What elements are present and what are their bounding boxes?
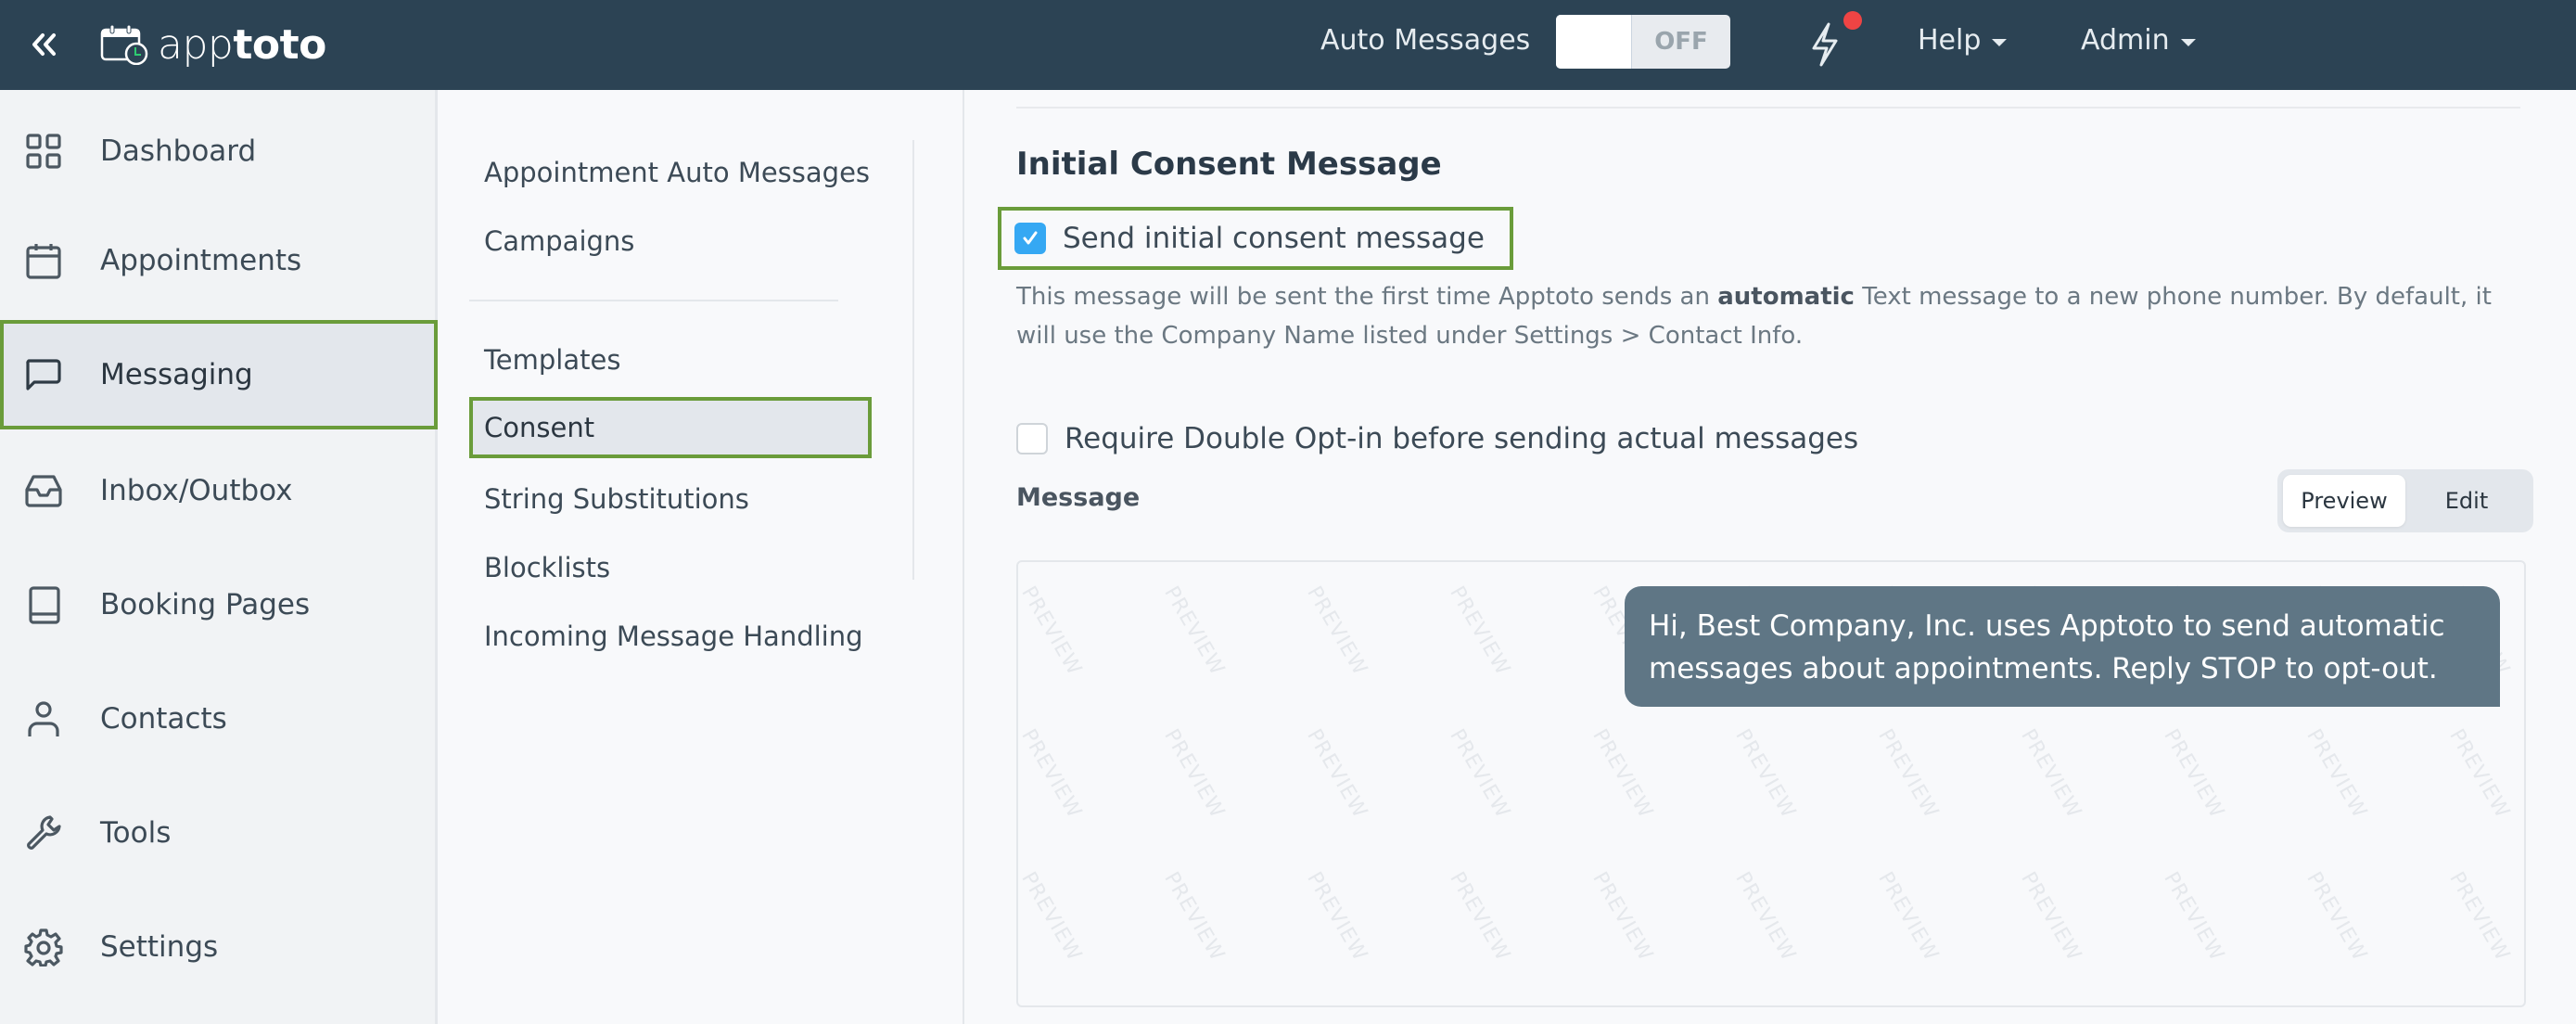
preview-watermark: PREVIEW [1016,582,1087,680]
auto-messages-label: Auto Messages [1320,24,1531,57]
edit-tab[interactable]: Edit [2405,475,2528,527]
preview-watermark: PREVIEW [2159,725,2229,823]
sidebar-item-label: Settings [100,930,219,964]
sidebar-item-settings[interactable]: Settings [0,893,438,1001]
preview-watermark: PREVIEW [1159,725,1230,823]
toggle-state: OFF [1654,28,1708,56]
sidebar-item-contacts[interactable]: Contacts [0,665,438,773]
consent-settings-panel: Initial Consent Message Send initial con… [966,90,2576,1024]
sidebar-item-dashboard[interactable]: Dashboard [0,97,438,205]
message-preview-box: PREVIEW PREVIEW PREVIEW PREVIEW PREVIEW PREVI… [1016,560,2526,1007]
admin-menu[interactable]: Admin [2081,24,2196,57]
preview-watermark: PREVIEW [1016,725,1087,823]
subnav-item-appointment-auto-messages[interactable]: Appointment Auto Messages [469,138,872,207]
preview-watermark: PREVIEW [1016,868,1087,966]
subnav-item-templates[interactable]: Templates [469,326,872,394]
double-optin-label: Require Double Opt-in before sending act… [1065,422,1859,455]
help-menu[interactable]: Help [1918,24,2008,57]
auto-messages-toggle[interactable]: OFF [1556,15,1730,69]
subnav-divider [469,300,838,301]
sidebar-item-label: Appointments [100,244,302,277]
preview-watermark: PREVIEW [1588,868,1658,966]
apptoto-logo[interactable]: apptoto [100,19,326,70]
preview-watermark: PREVIEW [2159,868,2229,966]
preview-watermark: PREVIEW [1159,868,1230,966]
sidebar: Dashboard Appointments Messaging Inbox/O… [0,90,438,1024]
sidebar-item-label: Contacts [100,702,227,736]
admin-label: Admin [2081,24,2170,57]
calendar-icon [26,244,61,279]
wrench-icon [27,815,61,850]
book-icon [29,586,60,624]
preview-watermark: PREVIEW [1302,868,1372,966]
message-label: Message [1016,483,1141,512]
subnav-item-incoming-message-handling[interactable]: Incoming Message Handling [469,602,872,671]
send-initial-consent-checkbox[interactable] [1014,223,1046,254]
sidebar-item-label: Messaging [100,358,253,391]
subnav-vertical-divider [912,140,914,580]
preview-watermark: PREVIEW [1730,868,1801,966]
preview-watermark: PREVIEW [1302,725,1372,823]
preview-watermark: PREVIEW [1302,582,1372,680]
section-title: Initial Consent Message [1016,146,1442,183]
caret-down-icon [2180,38,2196,46]
preview-watermark: PREVIEW [1445,582,1515,680]
sidebar-item-inbox-outbox[interactable]: Inbox/Outbox [0,437,438,544]
inbox-tray-icon [25,475,62,507]
preview-watermark: PREVIEW [1588,725,1658,823]
send-initial-consent-label: Send initial consent message [1063,222,1485,255]
preview-watermark: PREVIEW [1873,725,1944,823]
preview-watermark: PREVIEW [2302,725,2372,823]
preview-watermark: PREVIEW [1730,725,1801,823]
toggle-knob [1556,15,1632,69]
double-optin-checkbox[interactable] [1016,423,1048,454]
calendar-clock-logo-icon [100,24,148,65]
subnav-item-consent[interactable]: Consent [469,397,872,458]
subnav-item-campaigns[interactable]: Campaigns [469,207,872,275]
top-navbar: apptoto Auto Messages OFF Help Admin [0,0,2576,90]
section-divider [1016,107,2520,109]
checkmark-icon [1023,231,1038,245]
preview-watermark: PREVIEW [2444,725,2515,823]
send-initial-consent-checkbox-row[interactable]: Send initial consent message [998,207,1513,270]
collapse-sidebar-button[interactable] [22,22,67,67]
brand-name: apptoto [158,20,326,69]
preview-watermark: PREVIEW [1445,725,1515,823]
message-bubble-icon [26,359,61,390]
help-text-part: This message will be sent the first time… [1016,283,1718,311]
user-icon [28,701,59,736]
sidebar-item-label: Dashboard [100,134,257,168]
help-label: Help [1918,24,1982,57]
preview-watermark: PREVIEW [1445,868,1515,966]
sidebar-item-appointments[interactable]: Appointments [0,207,438,314]
sidebar-item-messaging[interactable]: Messaging [0,320,438,429]
preview-watermark: PREVIEW [2444,868,2515,966]
preview-edit-toggle: Preview Edit [2277,469,2533,532]
preview-watermark: PREVIEW [1873,868,1944,966]
consent-help-text: This message will be sent the first time… [1016,277,2537,355]
sidebar-item-label: Inbox/Outbox [100,474,293,507]
sidebar-item-booking-pages[interactable]: Booking Pages [0,551,438,659]
preview-watermark: PREVIEW [1159,582,1230,680]
preview-watermark: PREVIEW [2016,725,2086,823]
gear-icon [24,928,63,966]
message-preview-bubble: Hi, Best Company, Inc. uses Apptoto to s… [1625,586,2500,707]
preview-watermark: PREVIEW [2016,868,2086,966]
subnav-item-blocklists[interactable]: Blocklists [469,533,872,602]
notification-badge [1843,11,1862,30]
double-optin-checkbox-row[interactable]: Require Double Opt-in before sending act… [1016,422,1858,455]
help-text-emphasis: automatic [1717,283,1855,311]
messaging-subnav: Appointment Auto Messages Campaigns Temp… [440,90,964,1024]
sidebar-item-label: Booking Pages [100,588,311,621]
caret-down-icon [1992,38,2008,46]
double-chevron-left-icon [32,33,56,56]
preview-tab[interactable]: Preview [2283,475,2405,527]
dashboard-grid-icon [26,134,61,169]
preview-watermark: PREVIEW [2302,868,2372,966]
sidebar-item-tools[interactable]: Tools [0,779,438,887]
sidebar-item-label: Tools [100,816,172,850]
lightning-bolt-icon[interactable] [1803,19,1847,70]
subnav-item-string-substitutions[interactable]: String Substitutions [469,465,872,533]
